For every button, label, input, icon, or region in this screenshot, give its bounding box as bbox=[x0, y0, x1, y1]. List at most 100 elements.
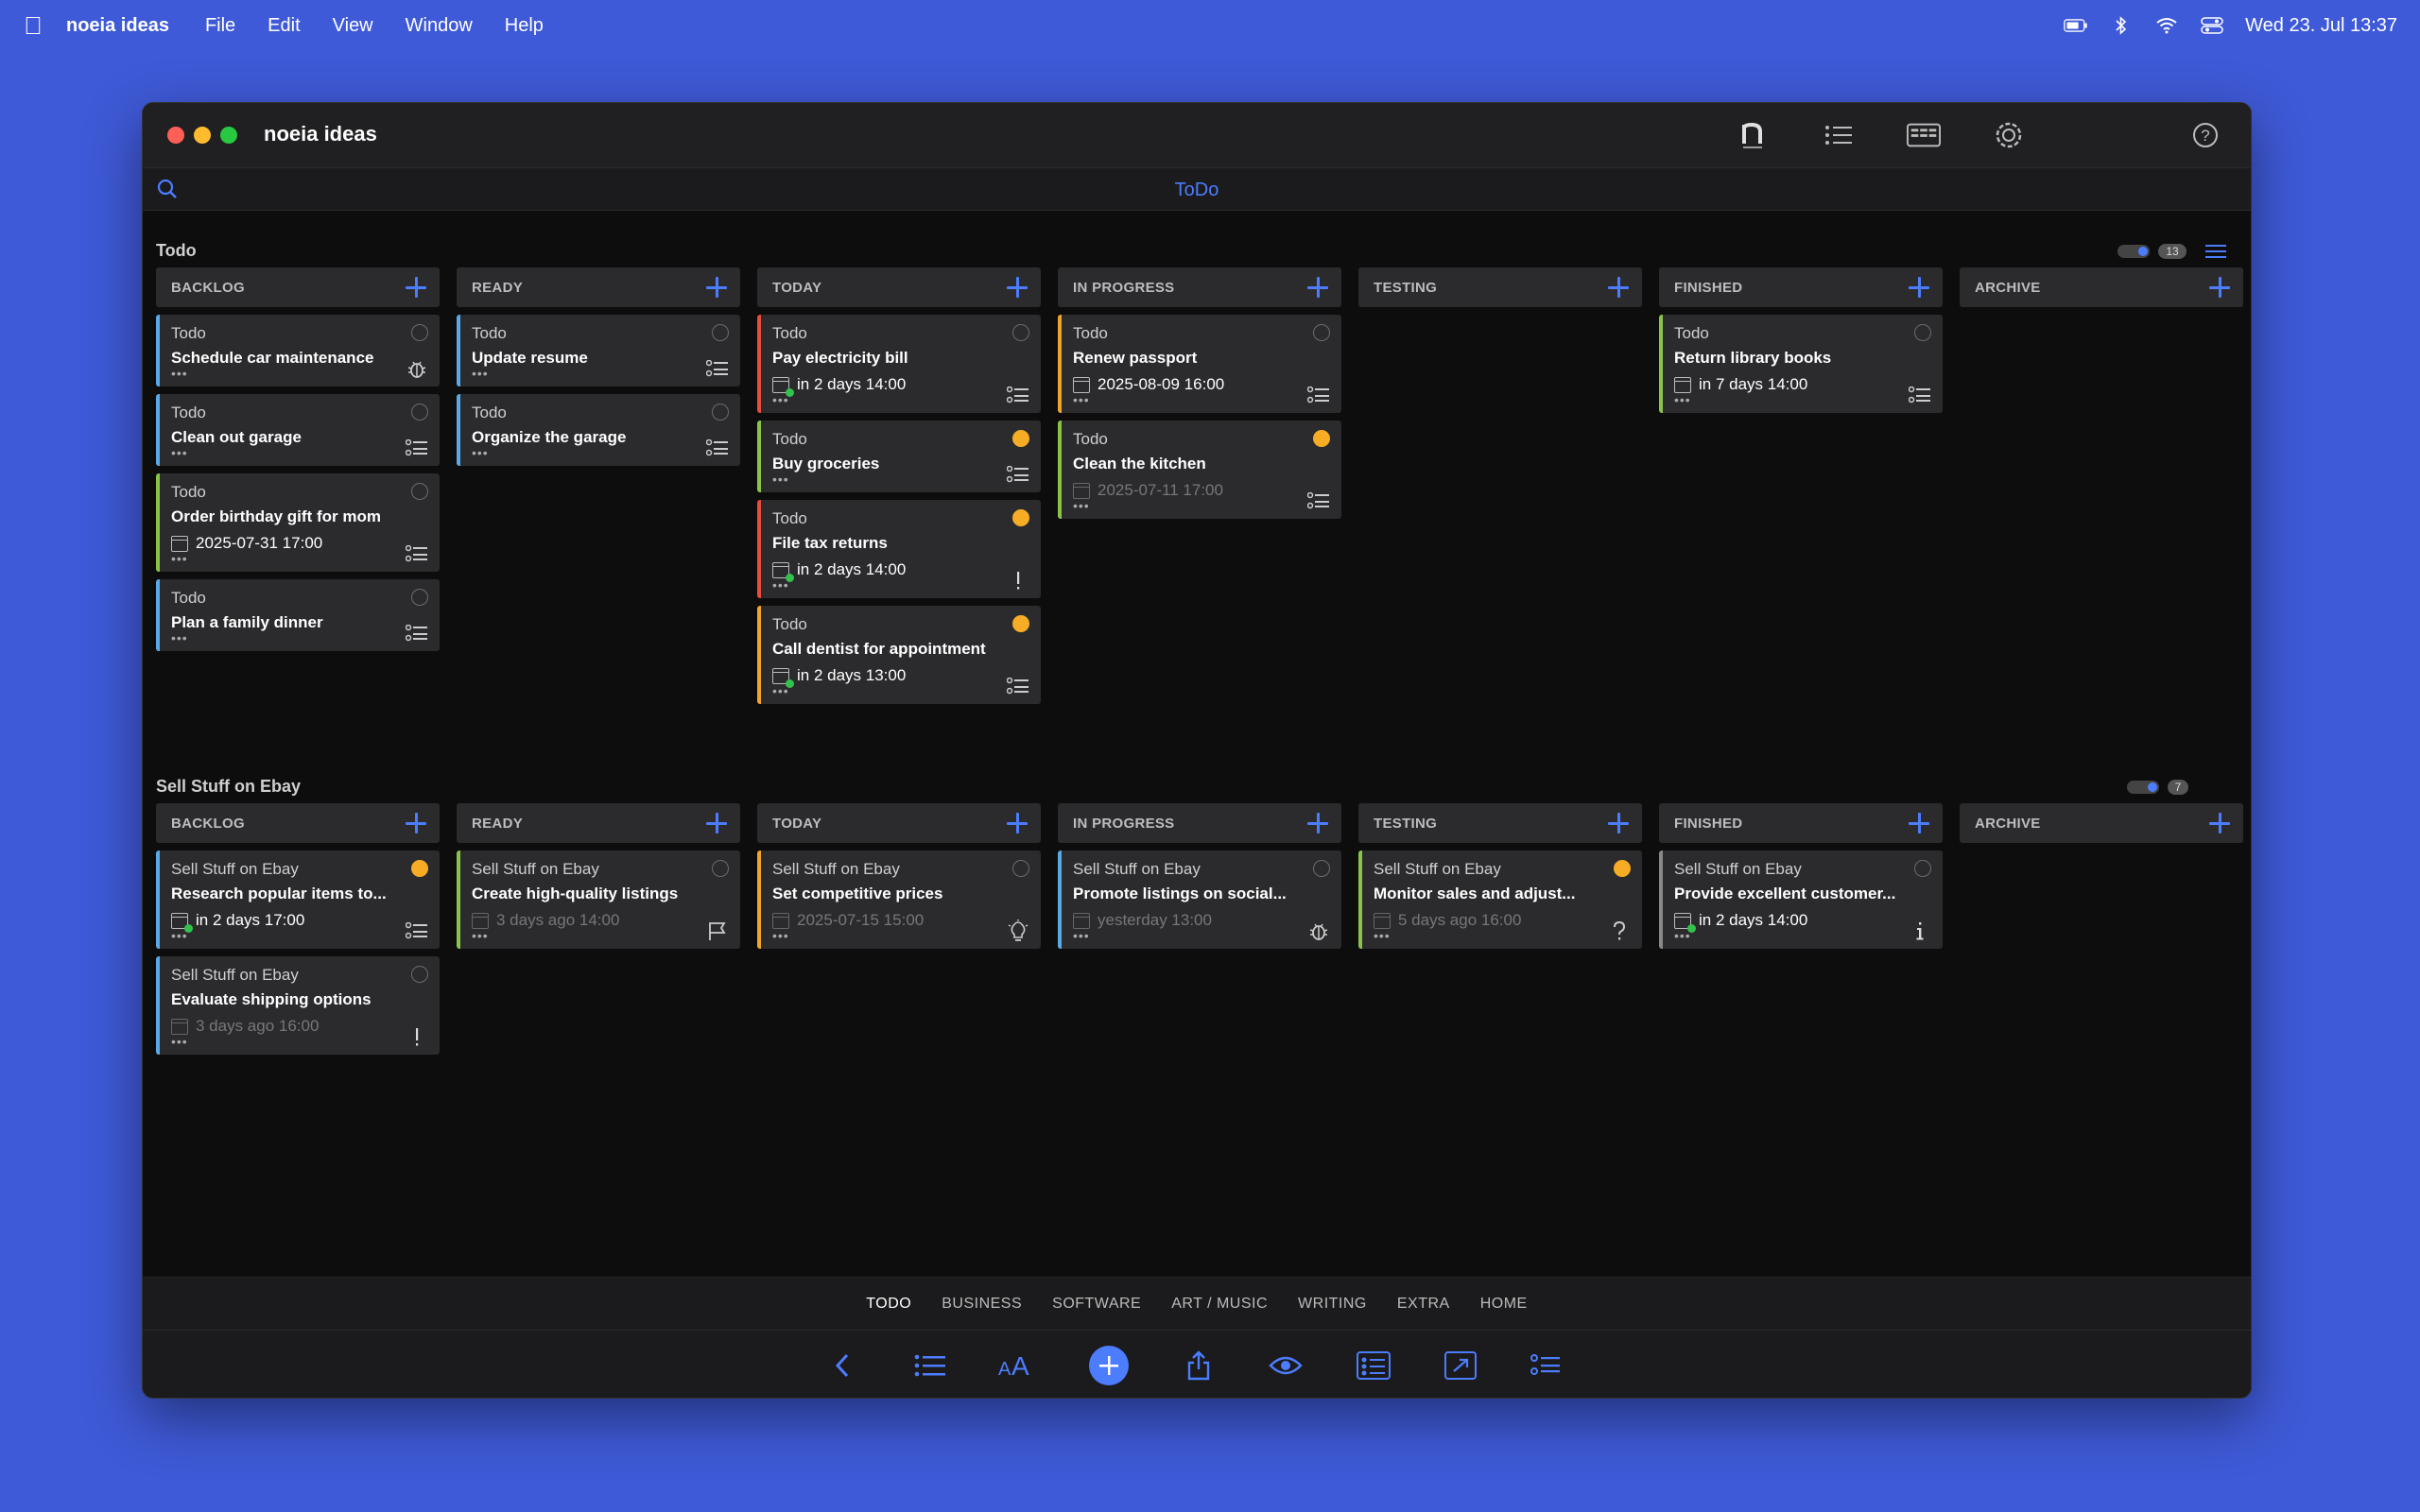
status-circle-icon[interactable] bbox=[1012, 860, 1029, 877]
more-options-icon[interactable]: ••• bbox=[472, 367, 727, 380]
task-card[interactable]: Todo Organize the garage ••• bbox=[457, 394, 740, 466]
board-toggle[interactable] bbox=[2118, 245, 2150, 258]
task-card[interactable]: Todo Clean out garage ••• bbox=[156, 394, 440, 466]
status-circle-icon[interactable] bbox=[1313, 324, 1330, 341]
menu-window[interactable]: Window bbox=[406, 15, 473, 37]
status-circle-icon[interactable] bbox=[411, 404, 428, 421]
task-card[interactable]: Todo Renew passport 2025-08-09 16:00 ••• bbox=[1058, 315, 1341, 413]
more-options-icon[interactable]: ••• bbox=[1674, 393, 1929, 406]
menu-view[interactable]: View bbox=[333, 15, 373, 37]
checklist-view-icon[interactable] bbox=[1355, 1348, 1392, 1383]
more-options-icon[interactable]: ••• bbox=[772, 684, 1028, 697]
status-circle-icon[interactable] bbox=[712, 404, 729, 421]
status-dot-icon[interactable] bbox=[1012, 430, 1029, 447]
add-icon[interactable] bbox=[1089, 1346, 1129, 1385]
more-options-icon[interactable]: ••• bbox=[472, 929, 727, 942]
add-card-icon[interactable] bbox=[1305, 275, 1330, 300]
task-card[interactable]: Sell Stuff on Ebay Provide excellent cust… bbox=[1659, 850, 1943, 949]
list-icon[interactable] bbox=[1822, 120, 1856, 150]
more-options-icon[interactable]: ••• bbox=[1674, 929, 1929, 942]
apple-menu-icon[interactable]:  bbox=[0, 11, 66, 41]
board-title[interactable]: Sell Stuff on Ebay bbox=[156, 777, 301, 797]
task-card[interactable]: Sell Stuff on Ebay Research popular items… bbox=[156, 850, 440, 949]
add-card-icon[interactable] bbox=[1606, 275, 1631, 300]
status-dot-icon[interactable] bbox=[1614, 860, 1631, 877]
menu-app-name[interactable]: noeia ideas bbox=[66, 15, 169, 37]
outline-icon[interactable] bbox=[911, 1348, 949, 1383]
more-options-icon[interactable]: ••• bbox=[1073, 393, 1328, 406]
tab-software[interactable]: SOFTWARE bbox=[1052, 1296, 1141, 1313]
add-card-icon[interactable] bbox=[1005, 275, 1029, 300]
battery-icon[interactable] bbox=[2064, 17, 2088, 34]
more-options-icon[interactable]: ••• bbox=[772, 472, 1028, 486]
task-card[interactable]: Todo Pay electricity bill in 2 days 14:00 •… bbox=[757, 315, 1041, 413]
status-circle-icon[interactable] bbox=[1914, 324, 1931, 341]
task-card[interactable]: Todo Schedule car maintenance ••• bbox=[156, 315, 440, 387]
more-options-icon[interactable]: ••• bbox=[171, 552, 426, 565]
tasks-icon[interactable] bbox=[1527, 1348, 1564, 1383]
status-circle-icon[interactable] bbox=[411, 324, 428, 341]
status-circle-icon[interactable] bbox=[712, 860, 729, 877]
board-menu-icon[interactable] bbox=[2205, 243, 2226, 260]
add-card-icon[interactable] bbox=[1907, 275, 1931, 300]
logo-icon[interactable] bbox=[1737, 120, 1771, 150]
view-title[interactable]: ToDo bbox=[143, 180, 2251, 201]
fullscreen-icon[interactable] bbox=[1442, 1348, 1479, 1383]
menu-file[interactable]: File bbox=[205, 15, 235, 37]
add-card-icon[interactable] bbox=[1005, 811, 1029, 835]
add-card-icon[interactable] bbox=[1305, 811, 1330, 835]
status-circle-icon[interactable] bbox=[411, 966, 428, 983]
add-card-icon[interactable] bbox=[404, 275, 428, 300]
add-card-icon[interactable] bbox=[404, 811, 428, 835]
add-card-icon[interactable] bbox=[704, 811, 729, 835]
task-card[interactable]: Sell Stuff on Ebay Set competitive prices… bbox=[757, 850, 1041, 949]
tab-writing[interactable]: WRITING bbox=[1298, 1296, 1367, 1313]
tab-business[interactable]: BUSINESS bbox=[942, 1296, 1022, 1313]
task-card[interactable]: Sell Stuff on Ebay Create high-quality li… bbox=[457, 850, 740, 949]
status-dot-icon[interactable] bbox=[1313, 430, 1330, 447]
add-card-icon[interactable] bbox=[2207, 275, 2232, 300]
more-options-icon[interactable]: ••• bbox=[171, 367, 426, 380]
minimize-window-button[interactable] bbox=[194, 127, 211, 144]
more-options-icon[interactable]: ••• bbox=[1073, 499, 1328, 512]
more-options-icon[interactable]: ••• bbox=[171, 1035, 426, 1048]
more-options-icon[interactable]: ••• bbox=[1374, 929, 1629, 942]
status-dot-icon[interactable] bbox=[1012, 615, 1029, 632]
close-window-button[interactable] bbox=[167, 127, 184, 144]
more-options-icon[interactable]: ••• bbox=[1073, 929, 1328, 942]
task-card[interactable]: Todo Buy groceries ••• bbox=[757, 421, 1041, 492]
status-circle-icon[interactable] bbox=[712, 324, 729, 341]
task-card[interactable]: Sell Stuff on Ebay Evaluate shipping opti… bbox=[156, 956, 440, 1055]
tab-home[interactable]: HOME bbox=[1480, 1296, 1528, 1313]
board-title[interactable]: Todo bbox=[156, 241, 197, 261]
add-card-icon[interactable] bbox=[2207, 811, 2232, 835]
task-card[interactable]: Todo Plan a family dinner ••• bbox=[156, 579, 440, 651]
settings-icon[interactable] bbox=[1992, 120, 2026, 150]
status-dot-icon[interactable] bbox=[1012, 509, 1029, 526]
more-options-icon[interactable]: ••• bbox=[171, 631, 426, 644]
task-card[interactable]: Sell Stuff on Ebay Promote listings on so… bbox=[1058, 850, 1341, 949]
add-card-icon[interactable] bbox=[1907, 811, 1931, 835]
back-icon[interactable] bbox=[823, 1348, 861, 1383]
bluetooth-icon[interactable] bbox=[2109, 16, 2134, 35]
task-card[interactable]: Todo Call dentist for appointment in 2 day… bbox=[757, 606, 1041, 704]
more-options-icon[interactable]: ••• bbox=[772, 929, 1028, 942]
task-card[interactable]: Todo Update resume ••• bbox=[457, 315, 740, 387]
tab-todo[interactable]: TODO bbox=[866, 1296, 911, 1313]
add-card-icon[interactable] bbox=[704, 275, 729, 300]
tab-extra[interactable]: EXTRA bbox=[1397, 1296, 1450, 1313]
help-icon[interactable]: ? bbox=[2188, 120, 2222, 150]
add-card-icon[interactable] bbox=[1606, 811, 1631, 835]
more-options-icon[interactable]: ••• bbox=[472, 446, 727, 459]
task-card[interactable]: Todo Order birthday gift for mom 2025-07-3… bbox=[156, 473, 440, 572]
status-circle-icon[interactable] bbox=[1313, 860, 1330, 877]
more-options-icon[interactable]: ••• bbox=[772, 578, 1028, 592]
menu-help[interactable]: Help bbox=[505, 15, 544, 37]
menu-edit[interactable]: Edit bbox=[268, 15, 300, 37]
preview-icon[interactable] bbox=[1267, 1348, 1305, 1383]
board-icon[interactable] bbox=[1907, 120, 1941, 150]
share-icon[interactable] bbox=[1180, 1348, 1218, 1383]
status-dot-icon[interactable] bbox=[411, 860, 428, 877]
status-circle-icon[interactable] bbox=[411, 589, 428, 606]
menubar-clock[interactable]: Wed 23. Jul 13:37 bbox=[2245, 15, 2397, 37]
